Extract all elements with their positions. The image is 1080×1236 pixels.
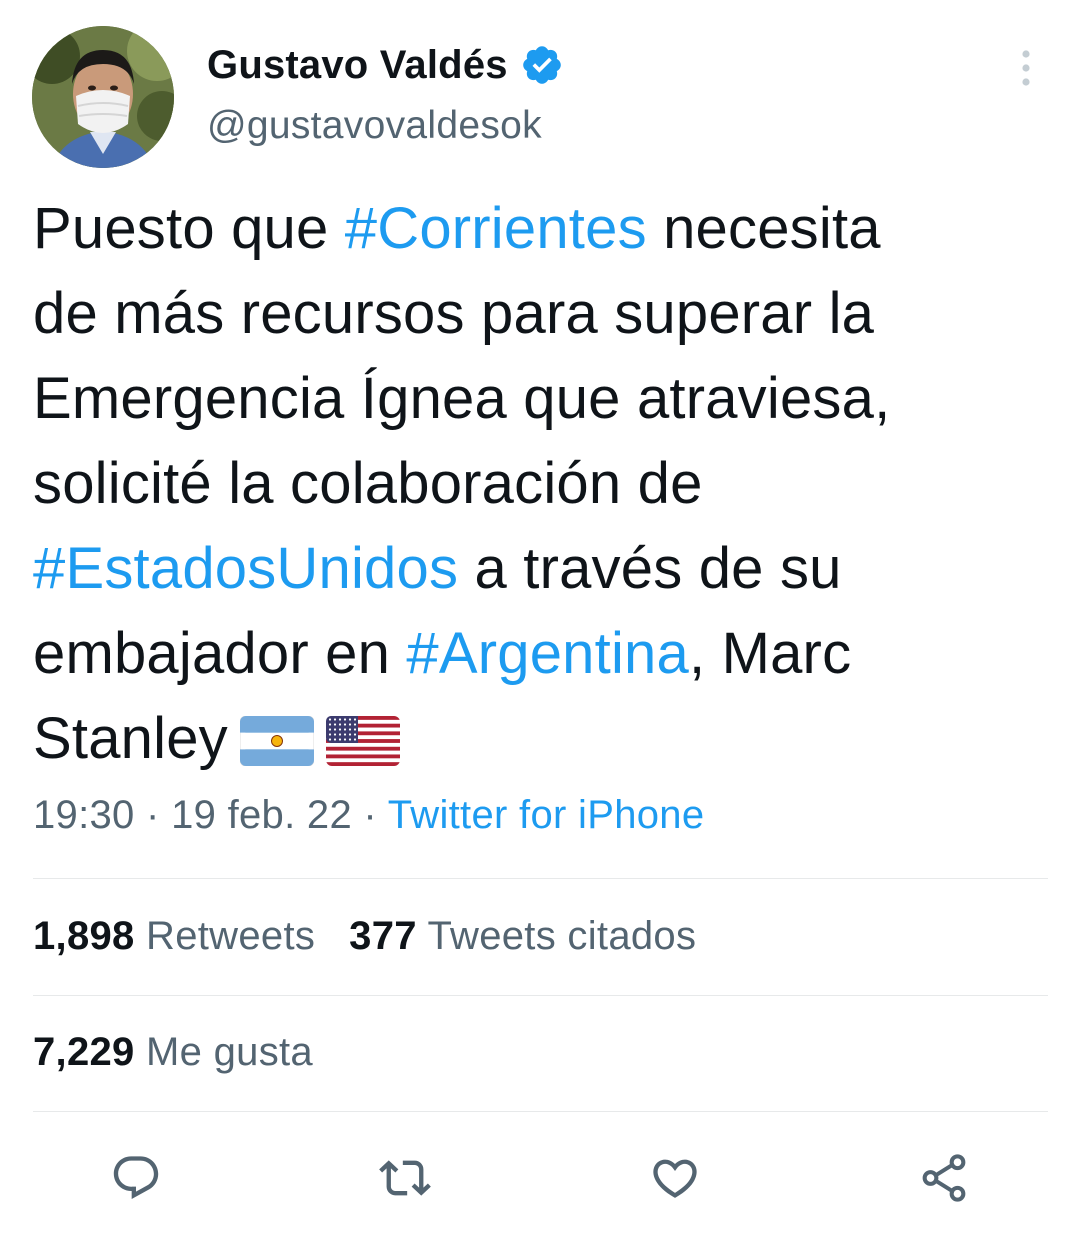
tweet-timestamp-row: 19:30 · 19 feb. 22 · Twitter for iPhone xyxy=(33,793,704,838)
hashtag-link[interactable]: #EstadosUnidos xyxy=(33,536,458,601)
reply-button[interactable] xyxy=(108,1150,164,1206)
more-options-icon[interactable] xyxy=(1006,46,1046,90)
tweet-time[interactable]: 19:30 xyxy=(33,793,135,837)
meta-separator: · xyxy=(134,793,172,837)
tweet-text-line: Emergencia Ígnea que atraviesa, xyxy=(33,356,1053,441)
hashtag-link[interactable]: #Argentina xyxy=(406,621,689,686)
avatar[interactable] xyxy=(32,26,174,168)
tweet-text-segment: , Marc xyxy=(688,621,852,686)
quote-tweets-label: Tweets citados xyxy=(416,914,697,958)
engagement-stats-row: 1,898 Retweets 377 Tweets citados xyxy=(33,914,696,959)
verified-badge-icon xyxy=(522,46,561,84)
tweet-text-segment: necesita xyxy=(646,196,881,261)
like-button[interactable] xyxy=(647,1150,703,1206)
tweet-text-line: de más recursos para superar la xyxy=(33,271,1053,356)
tweet-source-link[interactable]: Twitter for iPhone xyxy=(388,793,705,837)
retweets-label: Retweets xyxy=(134,914,316,958)
share-icon xyxy=(922,1154,966,1202)
tweet-text-segment: solicité la colaboración de xyxy=(33,451,703,516)
tweet-text-line: embajador en #Argentina, Marc xyxy=(33,611,1053,696)
likes-stat-row: 7,229 Me gusta xyxy=(33,1030,313,1075)
like-icon xyxy=(653,1159,697,1198)
hashtag-link[interactable]: #Corrientes xyxy=(345,196,647,261)
tweet-date[interactable]: 19 feb. 22 xyxy=(171,793,352,837)
tweet-text-line: Puesto que #Corrientes necesita xyxy=(33,186,1053,271)
avatar-photo xyxy=(32,26,174,168)
retweet-icon xyxy=(379,1160,431,1196)
tweet-text-segment: Stanley xyxy=(33,706,228,771)
tweet-text-line: #EstadosUnidos a través de su xyxy=(33,526,1053,611)
likes-count: 7,229 xyxy=(33,1030,135,1074)
tweet-text-segment: embajador en xyxy=(33,621,407,686)
reply-icon xyxy=(113,1156,159,1200)
meta-separator: · xyxy=(352,793,388,837)
share-button[interactable] xyxy=(916,1150,972,1206)
tweet-text-segment: de más recursos para superar la xyxy=(33,281,875,346)
divider xyxy=(33,995,1048,996)
tweet-text-line: solicité la colaboración de xyxy=(33,441,1053,526)
retweet-button[interactable] xyxy=(377,1150,433,1206)
quote-tweets-count: 377 xyxy=(349,914,417,958)
retweets-count: 1,898 xyxy=(33,914,135,958)
tweet-text-segment: Puesto que xyxy=(33,196,345,261)
argentina-flag-icon xyxy=(239,716,314,766)
likes-label: Me gusta xyxy=(134,1030,313,1074)
tweet-text-segment: a través de su xyxy=(458,536,842,601)
divider xyxy=(33,878,1048,879)
author-display-name[interactable]: Gustavo Valdés xyxy=(207,43,508,88)
retweets-stat[interactable]: 1,898 Retweets xyxy=(33,914,315,958)
tweet-text: Puesto que #Corrientes necesita de más re… xyxy=(33,186,1053,781)
tweet-text-segment: Emergencia Ígnea que atraviesa, xyxy=(33,366,891,431)
author-handle[interactable]: @gustavovaldesok xyxy=(207,104,542,148)
usa-flag-icon xyxy=(325,716,400,766)
tweet-detail: Gustavo Valdés @gustavovaldesok Puesto q… xyxy=(0,0,1080,1236)
author-name-row[interactable]: Gustavo Valdés xyxy=(207,38,564,92)
quote-tweets-stat[interactable]: 377 Tweets citados xyxy=(349,914,696,958)
divider xyxy=(33,1111,1048,1112)
tweet-text-line: Stanley xyxy=(33,696,1053,781)
likes-stat[interactable]: 7,229 Me gusta xyxy=(33,1030,313,1074)
